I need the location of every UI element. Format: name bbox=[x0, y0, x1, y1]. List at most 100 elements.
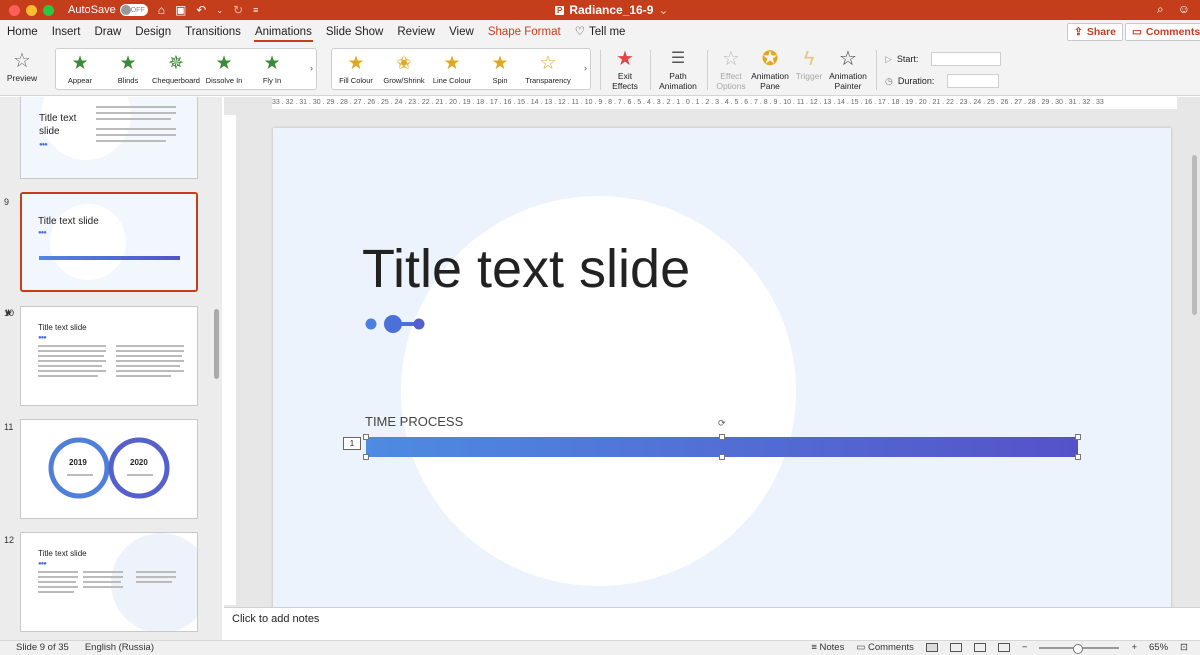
zoom-out-icon[interactable]: − bbox=[1022, 642, 1028, 653]
thumbnail-text-line bbox=[83, 586, 123, 588]
account-icon[interactable]: ☺ bbox=[1178, 2, 1190, 17]
resize-handle[interactable] bbox=[363, 454, 369, 460]
effect-dissolve-in[interactable]: ★ Dissolve In bbox=[200, 49, 248, 85]
slide-thumbnail-9[interactable]: Title text slide ●●● bbox=[20, 192, 198, 292]
zoom-level[interactable]: 65% bbox=[1149, 642, 1168, 653]
rotate-handle-icon[interactable]: ⟳ bbox=[718, 418, 726, 429]
exit-effects-button[interactable]: ★ Exit Effects bbox=[606, 47, 644, 91]
save-icon[interactable]: ▣ bbox=[175, 3, 186, 17]
effect-line-colour[interactable]: ★ Line Colour bbox=[428, 49, 476, 85]
effect-chequerboard[interactable]: ✵ Chequerboard bbox=[152, 49, 200, 85]
thumbnail-text-line bbox=[38, 360, 106, 362]
thumbnail-text-line bbox=[67, 474, 93, 476]
start-select[interactable] bbox=[931, 52, 1002, 66]
effect-grow-shrink[interactable]: ✬ Grow/Shrink bbox=[380, 49, 428, 85]
thumbnail-text-line bbox=[96, 128, 176, 130]
time-process-label[interactable]: TIME PROCESS bbox=[365, 414, 463, 429]
titlebar-right: ⌕ ☺ bbox=[1157, 2, 1190, 17]
animation-order-tag[interactable]: 1 bbox=[343, 437, 361, 450]
thumbnail-dots: ●●● bbox=[38, 561, 47, 567]
trigger-button[interactable]: ϟ Trigger bbox=[792, 47, 826, 81]
effect-fly-in[interactable]: ★ Fly In bbox=[248, 49, 296, 85]
thumbnail-scrollbar[interactable] bbox=[214, 309, 219, 379]
editor-scrollbar[interactable] bbox=[1192, 155, 1197, 315]
zoom-in-icon[interactable]: + bbox=[1131, 642, 1137, 653]
slide-thumbnail-12[interactable]: Title text slide ●●● bbox=[20, 532, 198, 632]
autosave-toggle[interactable]: OFF bbox=[119, 4, 148, 16]
animation-pane-button[interactable]: ✪ Animation Pane bbox=[750, 47, 790, 91]
preview-button[interactable]: ☆ Preview bbox=[7, 49, 37, 83]
zoom-window-button[interactable] bbox=[43, 4, 54, 16]
close-window-button[interactable] bbox=[9, 4, 20, 16]
tab-animations[interactable]: Animations bbox=[248, 20, 319, 44]
notes-pane[interactable]: Click to add notes bbox=[224, 607, 1200, 640]
comments-toggle-label: Comments bbox=[867, 642, 914, 653]
share-button[interactable]: ⇪ Share bbox=[1067, 23, 1123, 41]
effect-spin[interactable]: ★ Spin bbox=[476, 49, 524, 85]
customize-toolbar-icon[interactable]: ≡ bbox=[253, 5, 258, 15]
exit-label-1: Exit bbox=[617, 71, 633, 81]
tell-me-search[interactable]: ♡ Tell me bbox=[568, 20, 633, 44]
comments-toggle[interactable]: ▭ Comments bbox=[856, 642, 914, 653]
slide-thumbnail-8[interactable]: Title text slide ●●● bbox=[20, 97, 198, 179]
resize-handle[interactable] bbox=[1075, 454, 1081, 460]
tab-review[interactable]: Review bbox=[390, 20, 442, 44]
preview-star-icon: ☆ bbox=[13, 50, 31, 72]
normal-view-icon[interactable] bbox=[925, 643, 938, 652]
thumbnail-dots: ●●● bbox=[38, 335, 47, 341]
notes-toggle-label: Notes bbox=[819, 642, 845, 653]
duration-input[interactable] bbox=[947, 74, 1000, 88]
effect-transparency[interactable]: ☆ Transparency bbox=[524, 49, 572, 85]
gallery-more-icon[interactable]: › bbox=[584, 63, 587, 73]
resize-handle[interactable] bbox=[719, 434, 725, 440]
gallery-more-icon[interactable]: › bbox=[310, 63, 313, 73]
effect-fill-colour[interactable]: ★ Fill Colour bbox=[332, 49, 380, 85]
undo-icon[interactable]: ↶ bbox=[196, 3, 206, 17]
tab-home[interactable]: Home bbox=[0, 20, 45, 44]
thumbnail-text-line bbox=[96, 118, 171, 120]
tab-view[interactable]: View bbox=[442, 20, 481, 44]
resize-handle[interactable] bbox=[719, 454, 725, 460]
play-icon: ▷ bbox=[885, 53, 892, 64]
home-icon[interactable]: ⌂ bbox=[158, 3, 165, 17]
fit-to-window-icon[interactable]: ⊡ bbox=[1180, 642, 1188, 653]
tab-insert[interactable]: Insert bbox=[45, 20, 88, 44]
animation-painter-button[interactable]: ☆ Animation Painter bbox=[826, 47, 870, 91]
path-animation-button[interactable]: ☰ Path Animation bbox=[656, 47, 700, 91]
slide-number: 12 bbox=[4, 535, 15, 545]
tab-transitions[interactable]: Transitions bbox=[178, 20, 248, 44]
tab-draw[interactable]: Draw bbox=[87, 20, 128, 44]
resize-handle[interactable] bbox=[363, 434, 369, 440]
chevron-down-icon[interactable]: ⌄ bbox=[216, 6, 223, 15]
redo-icon[interactable]: ↻ bbox=[233, 3, 243, 17]
search-icon[interactable]: ⌕ bbox=[1157, 2, 1164, 17]
slide-thumbnail-10[interactable]: Title text slide ●●● bbox=[20, 306, 198, 406]
tab-slide-show[interactable]: Slide Show bbox=[319, 20, 391, 44]
comments-button[interactable]: ▭ Comments bbox=[1125, 23, 1200, 41]
effect-appear[interactable]: ★ Appear bbox=[56, 49, 104, 85]
effect-options-button[interactable]: ☆ Effect Options bbox=[712, 47, 750, 91]
slide-title[interactable]: Title text slide bbox=[362, 238, 690, 300]
minimize-window-button[interactable] bbox=[26, 4, 37, 16]
zoom-slider[interactable] bbox=[1039, 643, 1120, 654]
language-indicator[interactable]: English (Russia) bbox=[85, 642, 154, 653]
reading-view-icon[interactable] bbox=[973, 643, 986, 652]
document-menu-chevron[interactable]: ⌄ bbox=[658, 3, 668, 17]
slide-sorter-view-icon[interactable] bbox=[949, 643, 962, 652]
slide-canvas[interactable]: Title text slide TIME PROCESS 1 ⟳ bbox=[273, 128, 1171, 607]
effect-blinds[interactable]: ★ Blinds bbox=[104, 49, 152, 85]
path-icon: ☰ bbox=[670, 50, 686, 67]
tab-design[interactable]: Design bbox=[128, 20, 178, 44]
resize-handle[interactable] bbox=[1075, 434, 1081, 440]
thumbnail-title-line-2: slide bbox=[39, 126, 60, 137]
autosave-label: AutoSave bbox=[68, 4, 116, 16]
ribbon-tabs: Home Insert Draw Design Transitions Anim… bbox=[0, 20, 1200, 44]
tab-shape-format[interactable]: Shape Format bbox=[481, 20, 568, 44]
notes-toggle[interactable]: ≡ Notes bbox=[811, 642, 844, 653]
slide-thumbnail-11[interactable]: 2019 2020 bbox=[20, 419, 198, 519]
thumbnail-title: Title text slide bbox=[38, 323, 87, 332]
star-icon: ★ bbox=[443, 53, 461, 74]
duration-label: Duration: bbox=[897, 76, 935, 86]
thumbnail-text-line bbox=[116, 360, 184, 362]
slideshow-view-icon[interactable] bbox=[997, 643, 1010, 652]
